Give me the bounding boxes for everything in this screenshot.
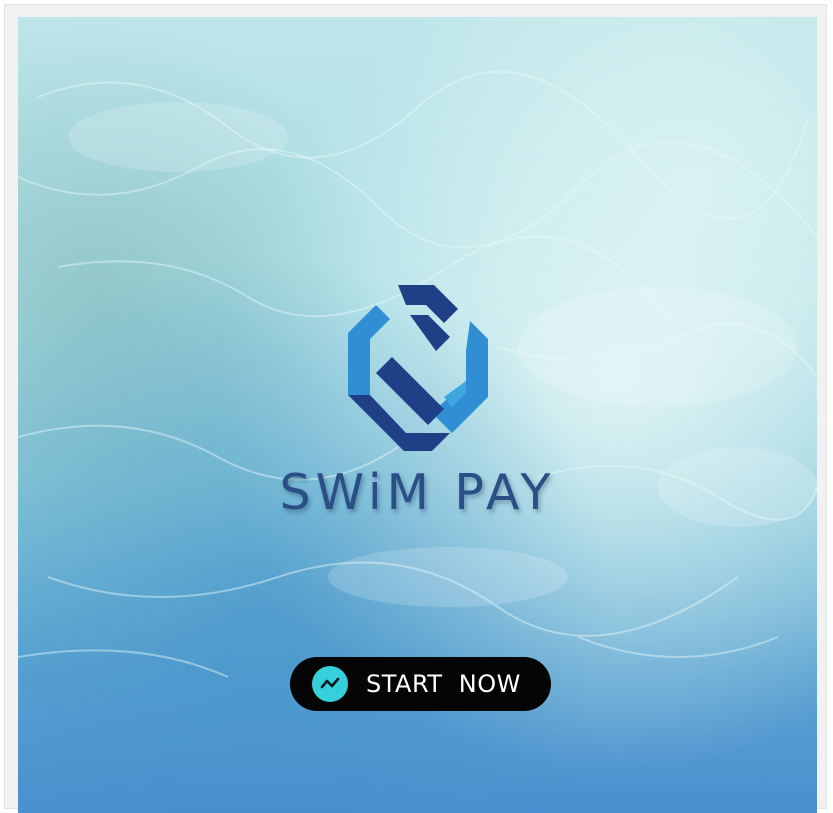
start-now-label: START NOW <box>366 670 521 698</box>
trend-line-icon <box>312 666 348 702</box>
splash-screen: SWiM PAY START NOW <box>18 17 817 813</box>
swim-pay-logo-icon <box>348 285 488 451</box>
start-now-button[interactable]: START NOW <box>290 657 551 711</box>
brand-title: SWiM PAY <box>279 464 556 521</box>
